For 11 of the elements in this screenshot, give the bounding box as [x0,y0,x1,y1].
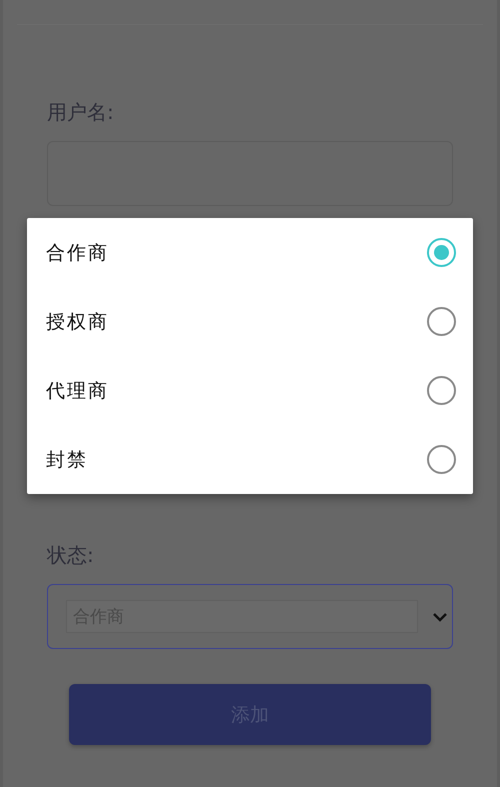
status-label: 状态: [47,542,95,568]
option-label[interactable]: 代理商 [46,378,109,404]
radio-button[interactable] [427,376,456,405]
radio-button[interactable] [427,307,456,336]
option-label[interactable]: 合作商 [46,240,109,266]
option-label[interactable]: 封禁 [46,446,88,472]
username-label: 用户名: [47,99,115,125]
radio-button[interactable] [427,445,456,474]
radio-button[interactable] [427,238,456,267]
option-label[interactable]: 授权商 [46,308,109,334]
chevron-down-icon [432,610,448,622]
